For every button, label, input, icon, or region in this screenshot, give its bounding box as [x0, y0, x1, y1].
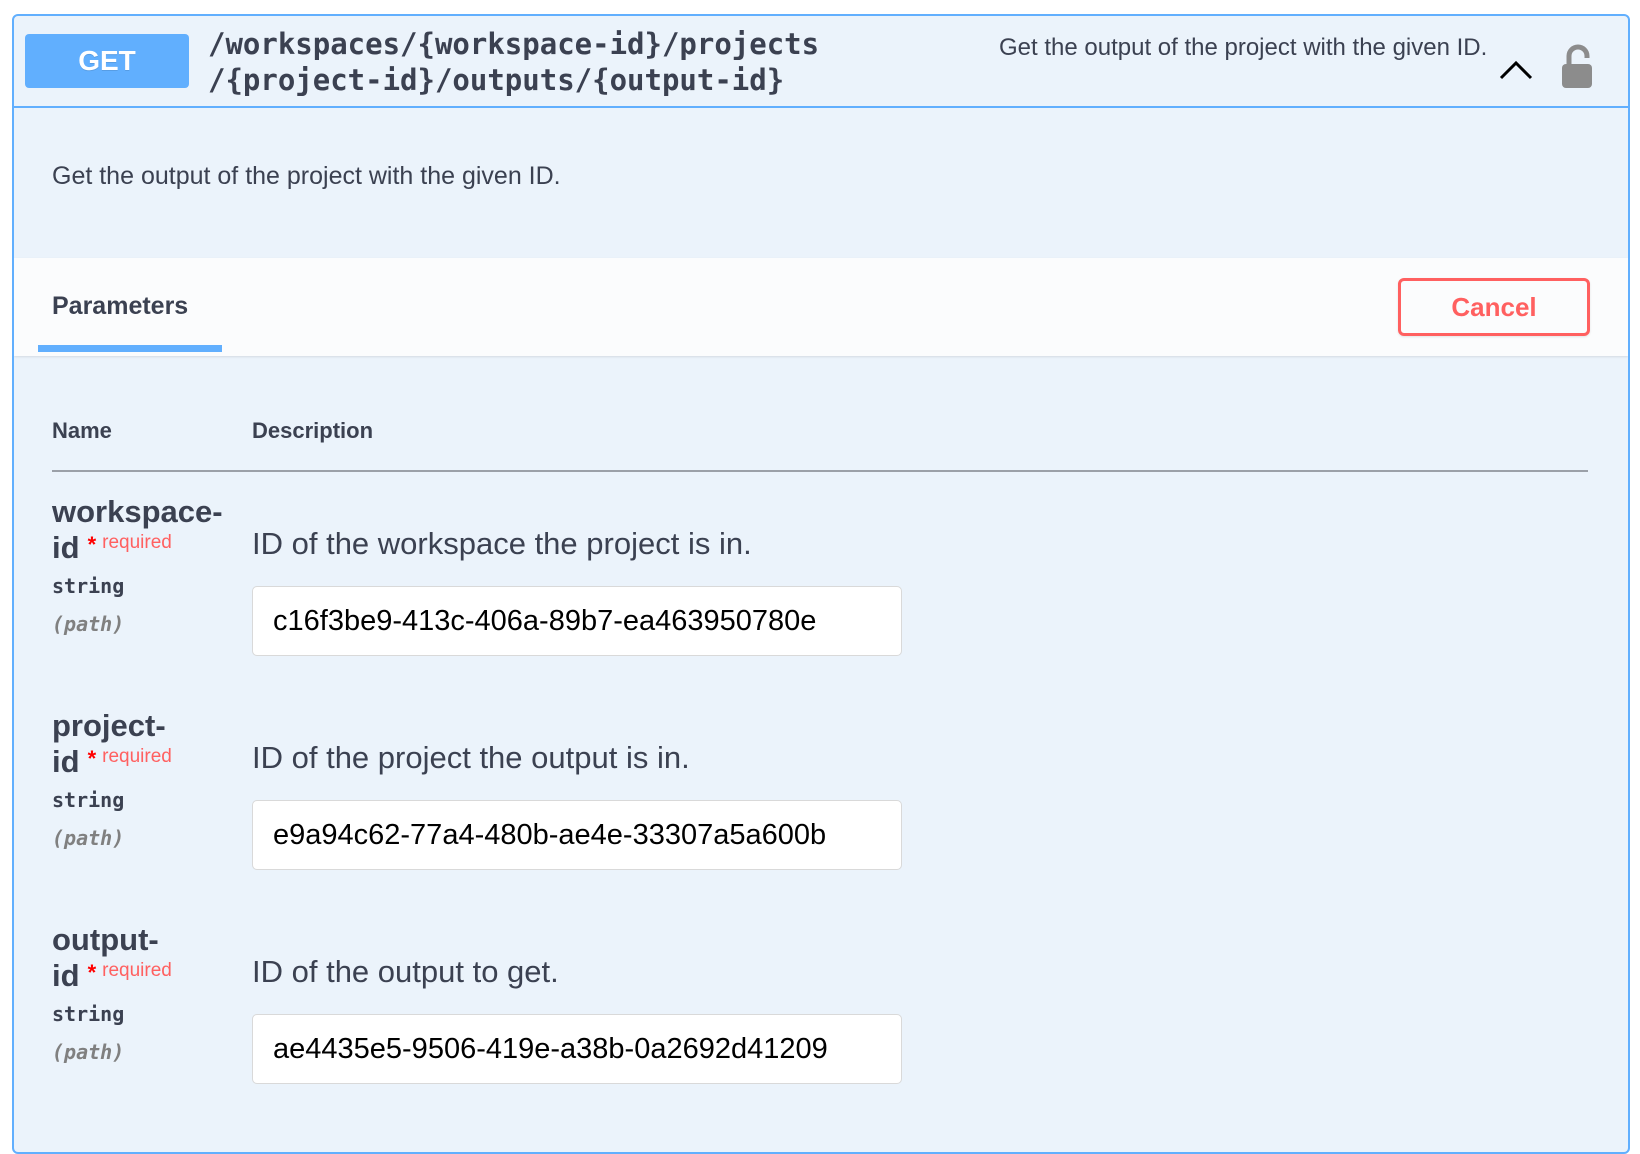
column-header-description: Description	[252, 418, 374, 443]
tab-parameters-label: Parameters	[52, 292, 189, 320]
operation-description: Get the output of the project with the g…	[52, 162, 561, 190]
parameters-table: Name Description workspace- id * required …	[14, 356, 1628, 1114]
parameter-row-project-id: project- id * required string (path) ID of…	[52, 686, 1590, 900]
required-label: required	[102, 746, 172, 767]
parameter-description: ID of the workspace the project is in.	[252, 526, 752, 561]
project-id-input[interactable]	[252, 800, 902, 870]
parameter-row-workspace-id: workspace- id * required string (path) ID …	[52, 472, 1590, 686]
parameter-row-output-id: output- id * required string (path) ID of …	[52, 900, 1590, 1114]
endpoint-path-line-2: /{project-id}/outputs/{output-id}	[208, 63, 785, 97]
operation-summary[interactable]: GET /workspaces/{workspace-id}/projects …	[14, 16, 1628, 108]
parameter-name: workspace- id * required	[52, 494, 232, 571]
parameter-type: string	[52, 1002, 125, 1026]
operation-summary-text: Get the output of the project with the g…	[999, 34, 1488, 61]
parameter-name: output- id * required	[52, 922, 232, 999]
parameter-description: ID of the project the output is in.	[252, 740, 690, 775]
parameters-section-header: Parameters Cancel	[14, 258, 1628, 356]
parameter-name: project- id * required	[52, 708, 232, 785]
parameter-location: (path)	[52, 1040, 125, 1064]
tab-parameters[interactable]: Parameters	[38, 258, 222, 352]
operation-block: GET /workspaces/{workspace-id}/projects …	[12, 14, 1630, 1154]
cancel-button[interactable]: Cancel	[1398, 278, 1590, 336]
endpoint-path: /workspaces/{workspace-id}/projects /{pr…	[208, 26, 938, 98]
parameter-name-part: id	[52, 958, 80, 993]
output-id-input[interactable]	[252, 1014, 902, 1084]
required-label: required	[102, 532, 172, 553]
parameter-description: ID of the output to get.	[252, 954, 559, 989]
workspace-id-input[interactable]	[252, 586, 902, 656]
parameter-type: string	[52, 574, 125, 598]
endpoint-path-line-1: /workspaces/{workspace-id}/projects	[208, 27, 820, 61]
parameter-name-part: id	[52, 744, 80, 779]
chevron-up-icon[interactable]	[1498, 52, 1534, 88]
http-method-badge: GET	[25, 34, 189, 88]
parameter-location: (path)	[52, 612, 125, 636]
parameter-name-part: id	[52, 530, 80, 565]
tab-active-indicator	[38, 345, 222, 352]
parameters-table-header: Name Description	[52, 356, 1588, 472]
required-star: *	[87, 532, 97, 557]
parameter-name-part: workspace-	[52, 494, 223, 529]
required-star: *	[87, 746, 97, 771]
parameter-type: string	[52, 788, 125, 812]
parameter-name-part: project-	[52, 708, 166, 743]
column-header-name: Name	[52, 418, 112, 443]
lock-icon[interactable]	[1560, 44, 1596, 90]
required-label: required	[102, 960, 172, 981]
required-star: *	[87, 960, 97, 985]
parameter-location: (path)	[52, 826, 125, 850]
parameter-name-part: output-	[52, 922, 159, 957]
